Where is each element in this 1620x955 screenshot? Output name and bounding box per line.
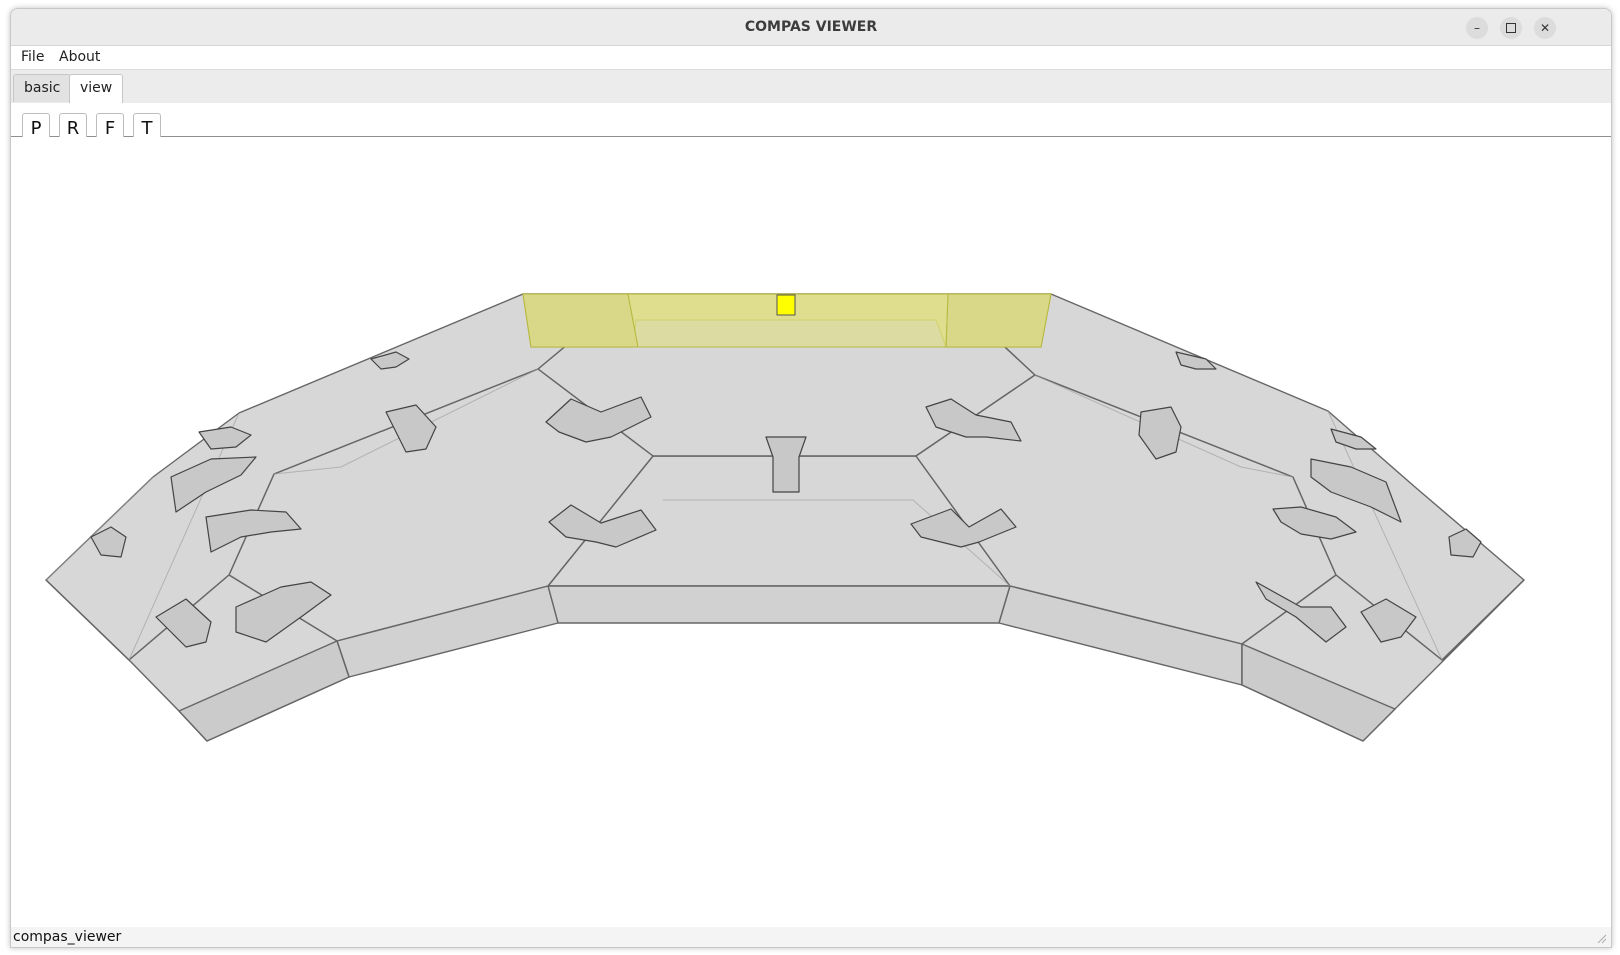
app-window: COMPAS VIEWER – ✕ File About basic view … <box>10 8 1612 948</box>
close-button[interactable]: ✕ <box>1534 17 1556 39</box>
top-view-button[interactable]: T <box>133 113 161 138</box>
status-text: compas_viewer <box>13 929 122 945</box>
tab-view[interactable]: view <box>69 74 124 103</box>
highlighted-connector[interactable] <box>776 294 796 316</box>
maximize-icon <box>1506 23 1516 33</box>
tab-basic[interactable]: basic <box>13 74 72 102</box>
tab-bar: basic view <box>11 69 1611 104</box>
window-title: COMPAS VIEWER <box>744 19 878 35</box>
minimize-icon: – <box>1474 21 1480 35</box>
scene-canvas[interactable] <box>11 137 1611 927</box>
close-icon: ✕ <box>1539 21 1551 35</box>
front-view-button[interactable]: F <box>96 113 124 138</box>
block-center-front-face[interactable] <box>547 585 1011 624</box>
title-bar[interactable]: COMPAS VIEWER – ✕ <box>11 9 1611 46</box>
right-view-button[interactable]: R <box>59 113 87 138</box>
view-toolbar: P R F T <box>11 103 1611 138</box>
minimize-button[interactable]: – <box>1466 17 1488 39</box>
3d-viewport[interactable] <box>11 137 1611 927</box>
resize-grip-icon[interactable] <box>1597 934 1607 944</box>
selected-block[interactable] <box>522 293 1052 348</box>
menu-file[interactable]: File <box>21 49 44 65</box>
menu-bar: File About <box>11 46 1611 68</box>
status-bar: compas_viewer <box>11 927 1611 947</box>
maximize-button[interactable] <box>1500 17 1522 39</box>
menu-about[interactable]: About <box>59 49 100 65</box>
perspective-view-button[interactable]: P <box>22 113 50 138</box>
